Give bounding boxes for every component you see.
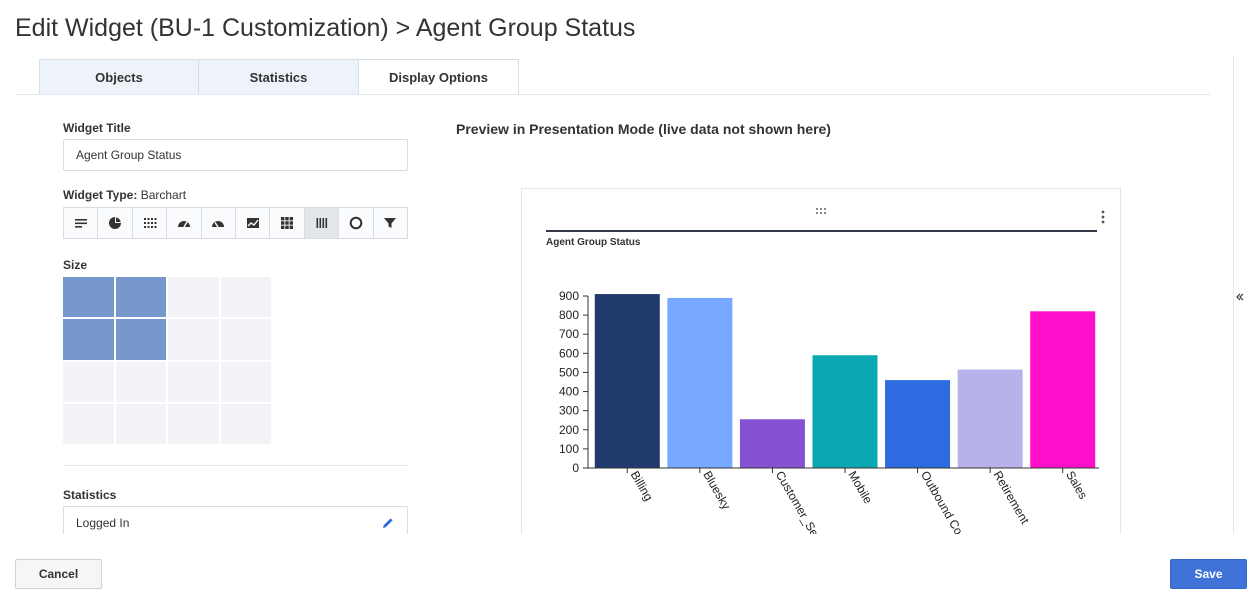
widget-title-label: Widget Title: [63, 121, 131, 135]
y-tick-label: 600: [559, 346, 579, 360]
y-tick-label: 900: [559, 289, 579, 303]
y-tick-label: 200: [559, 423, 579, 437]
size-label: Size: [63, 258, 88, 272]
widget-type-selector: [63, 207, 408, 239]
save-button[interactable]: Save: [1170, 559, 1247, 589]
size-cell[interactable]: [63, 277, 114, 318]
size-cell[interactable]: [168, 361, 219, 402]
pencil-icon[interactable]: [381, 516, 395, 530]
bar-sales: [1030, 311, 1096, 468]
donut-icon: [349, 216, 363, 230]
tab-display-options[interactable]: Display Options: [359, 59, 519, 95]
size-cell[interactable]: [168, 277, 219, 318]
grid-type-button[interactable]: [270, 208, 305, 238]
y-tick-label: 400: [559, 385, 579, 399]
page-title: Edit Widget (BU-1 Customization) > Agent…: [15, 14, 636, 42]
x-tick-label: Customer_Se: [773, 469, 822, 535]
list-type-button[interactable]: [64, 208, 99, 238]
tab-divider: [15, 94, 1210, 95]
x-tick-label: Sales: [1063, 469, 1090, 502]
section-divider: [63, 465, 408, 466]
bar-customer-se: [739, 419, 805, 468]
size-cell[interactable]: [220, 319, 271, 360]
size-cell[interactable]: [63, 319, 114, 360]
x-tick-label: Billing: [628, 469, 656, 504]
y-tick-label: 100: [559, 442, 579, 456]
gauge-filled-icon: [212, 221, 225, 228]
size-cell[interactable]: [168, 319, 219, 360]
widget-type-value: Barchart: [140, 188, 187, 202]
y-tick-label: 300: [559, 404, 579, 418]
bar-bluesky: [667, 297, 733, 468]
size-cell[interactable]: [63, 361, 114, 402]
list-icon: [74, 219, 87, 228]
edit-widget-page: { "page": { "title": "Edit Widget (BU-1 …: [0, 0, 1260, 609]
y-tick-label: 800: [559, 308, 579, 322]
gauge-type-button[interactable]: [167, 208, 202, 238]
bar-retirement: [957, 369, 1023, 468]
footer-area: [0, 534, 1233, 609]
y-tick-label: 0: [572, 461, 579, 475]
gauge-filled-type-button[interactable]: [201, 208, 237, 238]
size-cell[interactable]: [168, 403, 219, 444]
cancel-button[interactable]: Cancel: [15, 559, 102, 589]
dot-grid-type-button[interactable]: [132, 208, 168, 238]
bar-chart-icon: [316, 218, 327, 228]
y-tick-label: 500: [559, 365, 579, 379]
size-cell[interactable]: [115, 361, 166, 402]
tab-bar: Objects Statistics Display Options: [39, 59, 519, 95]
barchart-type-button[interactable]: [304, 208, 340, 238]
size-cell[interactable]: [115, 277, 166, 318]
line-type-button[interactable]: [236, 208, 271, 238]
widget-type-label: Widget Type: Barchart: [63, 188, 186, 202]
tab-objects[interactable]: Objects: [39, 59, 199, 95]
x-tick-label: Retirement: [991, 469, 1033, 527]
line-chart-icon: [246, 218, 259, 228]
widget-title-input[interactable]: [63, 139, 408, 171]
gauge-icon: [177, 221, 190, 228]
pie-chart-icon: [109, 217, 122, 229]
x-tick-label: Bluesky: [700, 469, 733, 512]
statistic-item-label: Logged In: [76, 516, 130, 530]
dot-grid-icon: [143, 218, 157, 228]
preview-heading: Preview in Presentation Mode (live data …: [456, 121, 831, 137]
donut-type-button[interactable]: [339, 208, 374, 238]
size-cell[interactable]: [220, 277, 271, 318]
grid-icon: [281, 217, 294, 229]
bar-chart: Logged In0100200300400500600700800900Bil…: [559, 289, 1099, 535]
size-cell[interactable]: [115, 319, 166, 360]
y-tick-label: 700: [559, 327, 579, 341]
statistics-label: Statistics: [63, 488, 117, 502]
pie-type-button[interactable]: [98, 208, 133, 238]
bar-billing: [594, 294, 660, 468]
widget-preview-card: Agent Group Status Logged In010020030040…: [521, 188, 1121, 534]
funnel-icon: [384, 218, 397, 228]
bar-outbound-co: [885, 380, 951, 468]
funnel-type-button[interactable]: [373, 208, 408, 238]
size-cell[interactable]: [220, 403, 271, 444]
bar-mobile: [812, 355, 878, 468]
collapse-panel-icon[interactable]: [1234, 290, 1246, 304]
size-cell[interactable]: [63, 403, 114, 444]
tab-statistics[interactable]: Statistics: [199, 59, 359, 95]
size-cell[interactable]: [220, 361, 271, 402]
x-tick-label: Mobile: [845, 469, 875, 507]
x-tick-label: Outbound Co: [918, 469, 966, 535]
size-cell[interactable]: [115, 403, 166, 444]
widget-type-caption: Widget Type:: [63, 188, 138, 202]
size-grid: [63, 277, 271, 444]
